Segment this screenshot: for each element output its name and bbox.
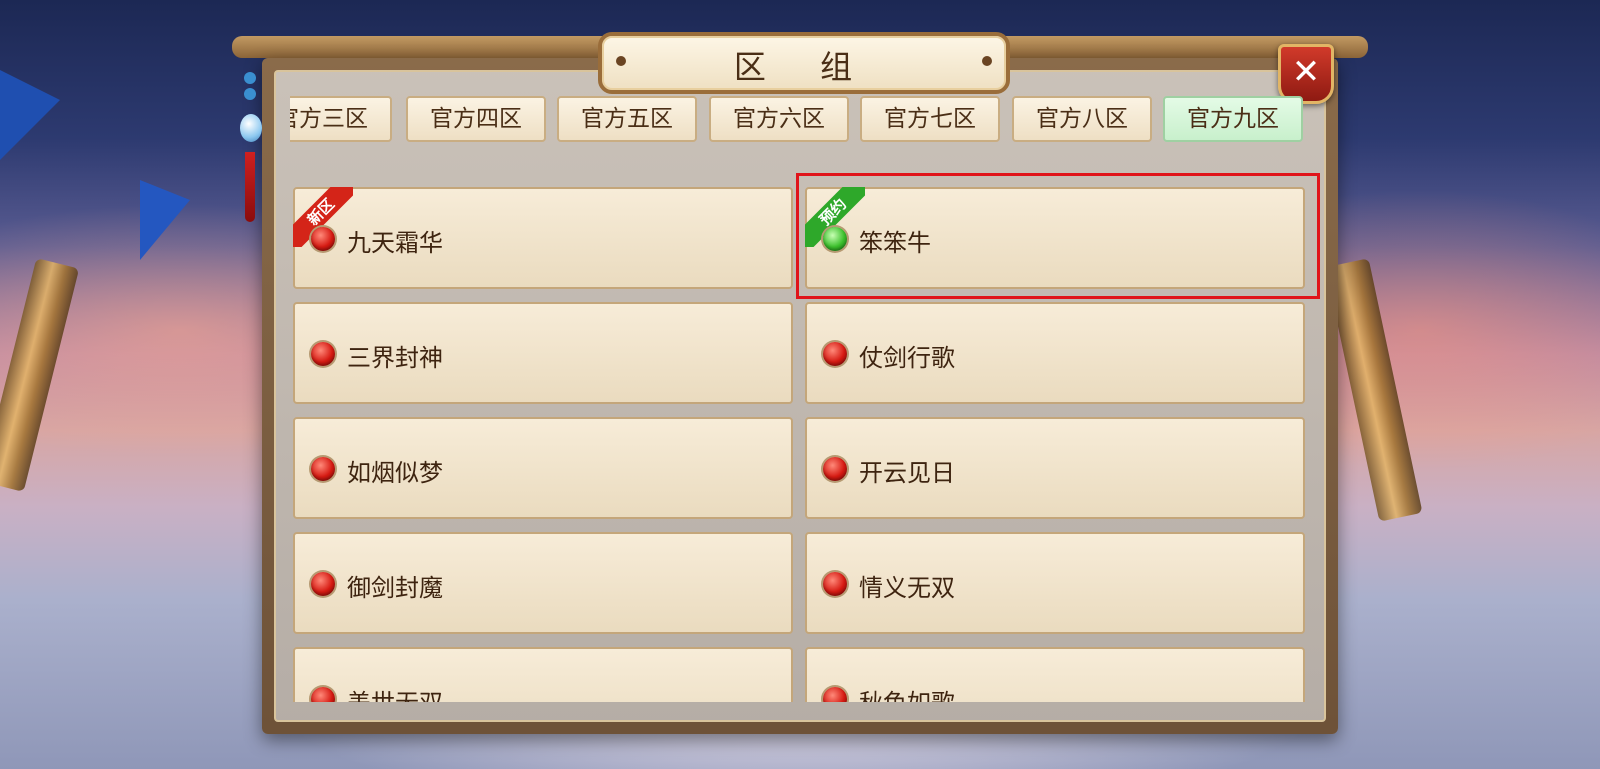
server-item[interactable]: 新区 九天霜华 — [293, 187, 793, 289]
status-red-icon — [823, 342, 847, 366]
status-red-icon — [823, 572, 847, 596]
dialog-title: 区 组 — [733, 48, 875, 86]
server-name: 仗剑行歌 — [859, 344, 955, 372]
tab-region-7[interactable]: 官方七区 — [860, 96, 1000, 142]
hanging-charm-decoration — [240, 72, 262, 222]
tab-region-6[interactable]: 官方六区 — [709, 96, 849, 142]
server-item[interactable]: 如烟似梦 — [293, 417, 793, 519]
server-item[interactable]: 御剑封魔 — [293, 532, 793, 634]
tab-region-5[interactable]: 官方五区 — [557, 96, 697, 142]
banner-flag — [0, 70, 60, 160]
status-red-icon — [311, 227, 335, 251]
server-name: 九天霜华 — [347, 229, 443, 257]
status-red-icon — [311, 457, 335, 481]
status-red-icon — [311, 342, 335, 366]
banner-flag — [140, 180, 190, 260]
server-item[interactable]: 盖世无双 — [293, 647, 793, 702]
selected-server-highlight — [796, 173, 1320, 299]
server-item[interactable]: 开云见日 — [805, 417, 1305, 519]
server-name: 三界封神 — [347, 344, 443, 372]
server-name: 如烟似梦 — [347, 459, 443, 487]
tab-region-8[interactable]: 官方八区 — [1012, 96, 1152, 142]
dialog-title-plaque: 区 组 — [598, 32, 1010, 94]
server-item[interactable]: 三界封神 — [293, 302, 793, 404]
tab-region-4[interactable]: 官方四区 — [406, 96, 546, 142]
server-item[interactable]: 情义无双 — [805, 532, 1305, 634]
status-red-icon — [823, 457, 847, 481]
server-item[interactable]: 秋色如歌 — [805, 647, 1305, 702]
server-name: 御剑封魔 — [347, 574, 443, 602]
server-name: 秋色如歌 — [859, 683, 955, 702]
server-item[interactable]: 仗剑行歌 — [805, 302, 1305, 404]
server-name: 情义无双 — [859, 574, 955, 602]
tab-region-9[interactable]: 官方九区 — [1163, 96, 1303, 142]
status-red-icon — [823, 687, 847, 702]
server-name: 开云见日 — [859, 459, 955, 487]
region-tabs: 官方三区 官方四区 官方五区 官方六区 官方七区 官方八区 官方九区 — [290, 96, 1308, 146]
status-red-icon — [311, 687, 335, 702]
status-red-icon — [311, 572, 335, 596]
tab-region-3[interactable]: 官方三区 — [290, 96, 392, 142]
server-name: 盖世无双 — [347, 683, 443, 702]
close-button[interactable]: ✕ — [1278, 44, 1334, 104]
